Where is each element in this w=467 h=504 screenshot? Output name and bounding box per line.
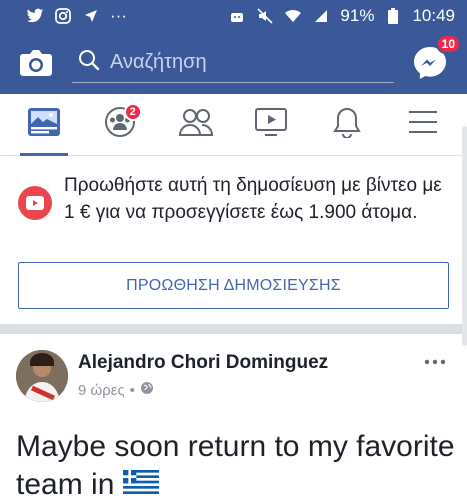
tab-menu[interactable] [393, 97, 453, 153]
video-icon [254, 107, 288, 142]
tab-friends[interactable] [166, 97, 226, 153]
promote-post-card: Προωθήστε αυτή τη δημοσίευση με βίντεο μ… [0, 156, 467, 324]
friends-icon [178, 107, 213, 142]
hamburger-icon [408, 110, 438, 139]
promote-video-icon [18, 186, 52, 220]
post-text-content: Maybe soon return to my favorite team in [16, 430, 455, 501]
mute-icon [256, 7, 274, 25]
meta-separator: • [129, 381, 135, 399]
clock: 10:49 [412, 6, 455, 25]
feed-post: Alejandro Chori Dominguez 9 ώρες • Maybe… [0, 334, 467, 501]
messenger-icon [411, 47, 449, 86]
signal-icon [312, 7, 330, 25]
more-dots-icon: ··· [110, 6, 127, 25]
post-author[interactable]: Alejandro Chori Dominguez [78, 352, 328, 374]
status-bar: ··· 91% 10:49 [0, 0, 467, 32]
tab-groups[interactable]: 2 [90, 97, 150, 153]
top-header: 10 [0, 32, 467, 94]
groups-badge: 2 [123, 102, 142, 121]
search-icon [78, 49, 100, 76]
avatar[interactable] [16, 350, 68, 402]
post-text: Maybe soon return to my favorite team in [16, 428, 456, 504]
bell-icon [332, 106, 362, 143]
greece-flag-icon [122, 466, 159, 504]
android-icon [228, 7, 246, 25]
tab-news-feed[interactable] [14, 97, 74, 156]
news-feed-icon [27, 107, 61, 142]
tab-notifications[interactable] [317, 97, 377, 153]
feed-divider [0, 324, 467, 334]
scrollbar[interactable] [462, 126, 467, 346]
promote-text: Προωθήστε αυτή τη δημοσίευση με βίντεο μ… [64, 175, 442, 223]
twitter-icon [26, 7, 44, 25]
battery-icon [384, 7, 402, 25]
messenger-badge: 10 [435, 34, 461, 54]
wifi-icon [284, 7, 302, 25]
post-meta: 9 ώρες • [78, 381, 154, 399]
navigation-arrow-icon [82, 7, 100, 25]
post-more-options-icon[interactable] [421, 352, 449, 372]
search-input[interactable] [110, 51, 370, 74]
promote-post-button[interactable]: ΠΡΟΩΘΗΣΗ ΔΗΜΟΣΙΕΥΣΗΣ [18, 262, 449, 309]
instagram-icon [54, 7, 72, 25]
tab-watch[interactable] [241, 97, 301, 153]
battery-percent: 91% [340, 6, 375, 25]
camera-icon[interactable] [18, 45, 54, 81]
tab-bar: 2 [0, 94, 467, 156]
search-bar[interactable] [72, 43, 394, 83]
messenger-button[interactable]: 10 [411, 34, 461, 82]
post-time[interactable]: 9 ώρες [78, 382, 125, 399]
globe-icon [140, 381, 154, 399]
